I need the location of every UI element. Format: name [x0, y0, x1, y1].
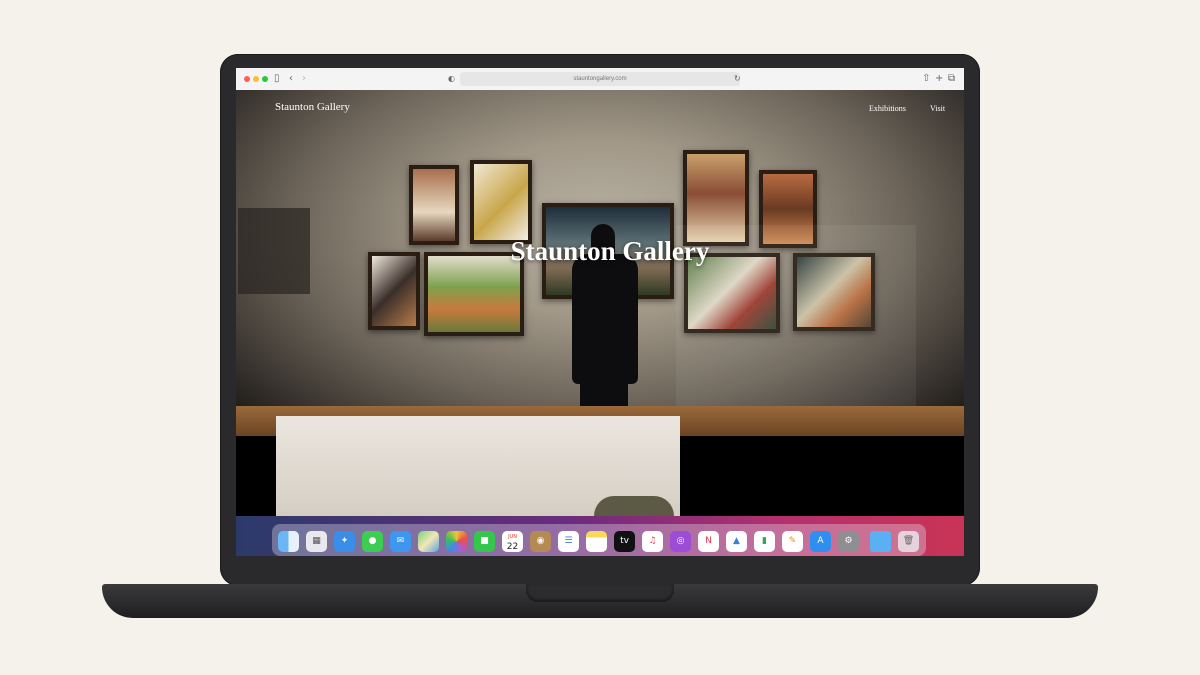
sidebar-icon[interactable]: ▯	[274, 72, 280, 86]
new-tab-icon[interactable]: +	[935, 72, 943, 86]
shield-icon[interactable]: ◐	[448, 72, 455, 86]
reload-icon[interactable]: ↻	[734, 72, 741, 86]
music-icon[interactable]: ♫	[642, 531, 663, 552]
painting	[409, 165, 459, 245]
numbers-icon[interactable]: ▮	[754, 531, 775, 552]
laptop-screen: ▯ ‹ › ◐ stauntongallery.com ↻ ⇧ + ⧉ Stau…	[236, 68, 964, 556]
trash-icon[interactable]: 🗑	[898, 531, 919, 552]
forward-icon[interactable]: ›	[302, 72, 306, 86]
photos-icon[interactable]	[446, 531, 467, 552]
messages-icon[interactable]: ●	[362, 531, 383, 552]
safari-icon[interactable]: ✦	[334, 531, 355, 552]
contacts-icon[interactable]: ◉	[530, 531, 551, 552]
finder-icon[interactable]	[278, 531, 299, 552]
tabs-icon[interactable]: ⧉	[948, 72, 955, 86]
facetime-icon[interactable]: ■	[474, 531, 495, 552]
calendar-day: 22	[506, 542, 519, 552]
tv-icon[interactable]: tv	[614, 531, 635, 552]
news-icon[interactable]: N	[698, 531, 719, 552]
nav-exhibitions[interactable]: Exhibitions	[869, 104, 906, 113]
pages-icon[interactable]: ✎	[782, 531, 803, 552]
system-preferences-icon[interactable]: ⚙	[838, 531, 859, 552]
app-store-icon[interactable]: A	[810, 531, 831, 552]
minimize-window-icon[interactable]	[253, 76, 259, 82]
close-window-icon[interactable]	[244, 76, 250, 82]
keynote-icon[interactable]: ▲	[726, 531, 747, 552]
nav-visit[interactable]: Visit	[930, 104, 945, 113]
address-bar[interactable]: stauntongallery.com	[460, 72, 740, 86]
maps-icon[interactable]	[418, 531, 439, 552]
hero-title: Staunton Gallery	[510, 236, 710, 266]
reminders-icon[interactable]: ☰	[558, 531, 579, 552]
mail-icon[interactable]: ✉	[390, 531, 411, 552]
calendar-month: JUN	[508, 534, 517, 540]
calendar-icon[interactable]: JUN 22	[502, 531, 523, 552]
share-icon[interactable]: ⇧	[922, 72, 930, 86]
web-page: Staunton Gallery Exhibitions Visit Staun…	[236, 90, 964, 556]
zoom-window-icon[interactable]	[262, 76, 268, 82]
visitor-silhouette-body	[572, 254, 638, 384]
downloads-folder-icon[interactable]	[870, 531, 891, 552]
artwork-tree-detail	[594, 496, 674, 518]
browser-toolbar: ▯ ‹ › ◐ stauntongallery.com ↻ ⇧ + ⧉	[236, 68, 964, 91]
notes-icon[interactable]	[586, 531, 607, 552]
laptop-notch	[526, 584, 674, 602]
podcasts-icon[interactable]: ◎	[670, 531, 691, 552]
back-icon[interactable]: ‹	[289, 72, 293, 86]
site-logo[interactable]: Staunton Gallery	[275, 101, 350, 113]
painting	[470, 160, 532, 244]
launchpad-icon[interactable]: ▦	[306, 531, 327, 552]
